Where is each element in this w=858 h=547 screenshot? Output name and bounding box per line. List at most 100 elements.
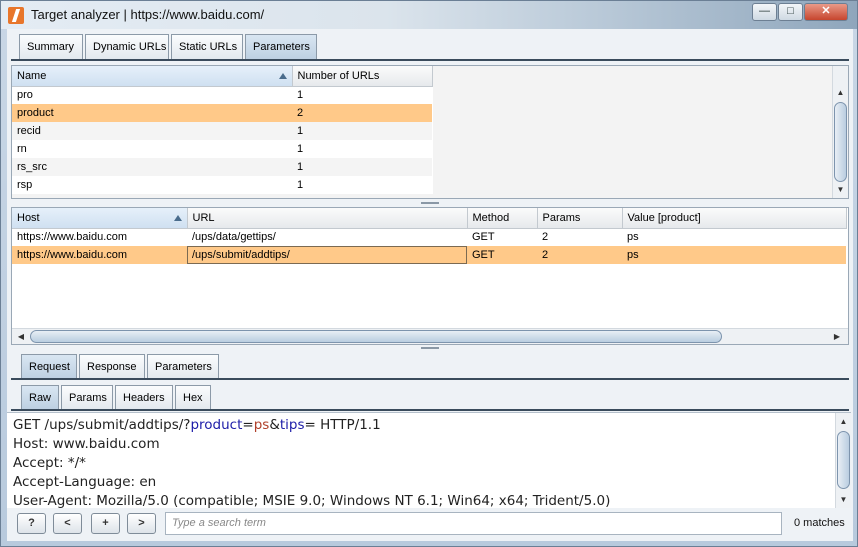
url-value: ps xyxy=(627,231,639,244)
param-count: 1 xyxy=(292,158,432,176)
message-tab-underline xyxy=(11,378,849,380)
param-count: 1 xyxy=(297,89,304,102)
url-params: 2 xyxy=(542,231,549,244)
scroll-up-arrow-icon[interactable]: ▲ xyxy=(833,86,848,100)
request-text: GET /ups/submit/addtips/?product=ps&tips… xyxy=(7,413,610,508)
param-name: rs_src xyxy=(12,158,292,176)
close-button[interactable]: ✕ xyxy=(804,3,848,21)
scroll-thumb[interactable] xyxy=(837,431,850,489)
urls-table: Host URL Method Params Value [product] h… xyxy=(12,208,847,264)
tab-message-parameters[interactable]: Parameters xyxy=(147,354,219,380)
request-vertical-scrollbar[interactable]: ▲ ▼ xyxy=(835,413,851,508)
param-count: 2 xyxy=(292,104,432,122)
parameters-table: Name Number of URLs pro 1 product 2 reci… xyxy=(12,66,433,194)
view-tab-bar: Raw Params Headers Hex xyxy=(11,385,841,411)
url-params: 2 xyxy=(537,246,622,264)
request-line: GET /ups/submit/addtips/?product=ps&tips… xyxy=(13,416,610,435)
scroll-down-arrow-icon[interactable]: ▼ xyxy=(836,493,851,507)
column-header-method-label: Method xyxy=(472,211,510,224)
column-header-url[interactable]: URL xyxy=(187,208,468,229)
table-row[interactable]: recid 1 xyxy=(12,122,432,140)
url-host: https://www.baidu.com xyxy=(17,231,128,244)
table-row[interactable]: https://www.baidu.com /ups/data/gettips/… xyxy=(12,228,846,246)
url-value: ps xyxy=(622,246,846,264)
scroll-thumb[interactable] xyxy=(834,102,847,182)
scroll-down-arrow-icon[interactable]: ▼ xyxy=(833,183,848,197)
view-tab-underline xyxy=(11,409,849,411)
query-param-name: product xyxy=(190,417,243,433)
column-header-method[interactable]: Method xyxy=(467,208,538,229)
scroll-thumb[interactable] xyxy=(30,330,722,343)
sort-ascending-icon xyxy=(173,215,182,221)
table-row[interactable]: rs_src 1 xyxy=(12,158,432,176)
param-count: 1 xyxy=(297,179,304,191)
column-header-params[interactable]: Params xyxy=(537,208,623,229)
request-line-suffix: = HTTP/1.1 xyxy=(304,417,381,433)
table-row[interactable]: product 2 xyxy=(12,104,432,122)
table-row[interactable]: pro 1 xyxy=(12,86,432,104)
column-header-number-of-urls[interactable]: Number of URLs xyxy=(292,66,433,87)
top-tab-underline xyxy=(11,59,849,61)
tab-response[interactable]: Response xyxy=(79,354,145,380)
tab-hex[interactable]: Hex xyxy=(175,385,211,410)
maximize-button[interactable]: □ xyxy=(778,3,803,21)
query-param-name: tips xyxy=(279,417,305,433)
column-header-host-label: Host xyxy=(17,211,40,224)
split-pane-divider-bottom[interactable] xyxy=(7,345,853,351)
request-editor[interactable]: GET /ups/submit/addtips/?product=ps&tips… xyxy=(7,412,851,508)
column-header-value[interactable]: Value [product] xyxy=(622,208,847,229)
search-input[interactable]: Type a search term xyxy=(165,512,782,535)
url-method: GET xyxy=(467,246,537,264)
add-button[interactable]: + xyxy=(91,513,120,534)
match-count: 0 matches xyxy=(794,517,845,529)
window-title: Target analyzer | https://www.baidu.com/ xyxy=(31,7,265,22)
column-header-host[interactable]: Host xyxy=(12,208,188,229)
tab-headers[interactable]: Headers xyxy=(115,385,173,410)
parameters-vertical-scrollbar[interactable]: ▲ ▼ xyxy=(832,66,848,198)
header-accept-language: Accept-Language: en xyxy=(13,474,157,490)
param-name: rn xyxy=(17,143,27,155)
param-count: 1 xyxy=(297,143,304,155)
help-button[interactable]: ? xyxy=(17,513,46,534)
scroll-up-arrow-icon[interactable]: ▲ xyxy=(836,415,851,429)
tab-summary[interactable]: Summary xyxy=(19,34,83,60)
burp-app-icon xyxy=(8,7,24,24)
request-line-prefix: GET /ups/submit/addtips/? xyxy=(13,417,191,433)
next-match-button[interactable]: > xyxy=(127,513,156,534)
tab-request[interactable]: Request xyxy=(21,354,77,380)
close-icon: ✕ xyxy=(821,5,831,17)
message-tab-bar: Request Response Parameters xyxy=(11,354,841,380)
previous-match-button[interactable]: < xyxy=(53,513,82,534)
tab-static-urls[interactable]: Static URLs xyxy=(171,34,243,60)
sort-ascending-icon xyxy=(278,73,287,79)
tab-params[interactable]: Params xyxy=(61,385,113,410)
parameters-table-panel: Name Number of URLs pro 1 product 2 reci… xyxy=(11,65,849,199)
url-path: /ups/submit/addtips/ xyxy=(187,246,467,264)
scroll-right-arrow-icon[interactable]: ▶ xyxy=(830,329,844,344)
title-bar: Target analyzer | https://www.baidu.com/… xyxy=(1,1,857,29)
query-equals: = xyxy=(242,417,254,433)
column-header-name-label: Name xyxy=(17,69,47,82)
url-method: GET xyxy=(472,231,495,244)
split-pane-divider-top[interactable] xyxy=(7,200,853,206)
minimize-button[interactable]: — xyxy=(752,3,777,21)
table-row[interactable]: https://www.baidu.com /ups/submit/addtip… xyxy=(12,246,846,264)
column-header-params-label: Params xyxy=(542,211,581,224)
urls-horizontal-scrollbar[interactable]: ◀ ▶ xyxy=(12,328,848,344)
target-analyzer-window: Target analyzer | https://www.baidu.com/… xyxy=(0,0,858,547)
tab-parameters[interactable]: Parameters xyxy=(245,34,317,60)
table-row[interactable]: rn 1 xyxy=(12,140,432,158)
column-header-name[interactable]: Name xyxy=(12,66,293,87)
table-row[interactable]: rsp 1 xyxy=(12,176,432,194)
url-host: https://www.baidu.com xyxy=(12,246,187,264)
param-name: recid xyxy=(12,122,292,140)
tab-raw[interactable]: Raw xyxy=(21,385,59,410)
column-header-value-label: Value [product] xyxy=(627,211,701,224)
header-host: Host: www.baidu.com xyxy=(13,436,160,452)
header-user-agent: User-Agent: Mozilla/5.0 (compatible; MSI… xyxy=(13,493,611,508)
param-name: product xyxy=(12,104,292,122)
tab-dynamic-urls[interactable]: Dynamic URLs xyxy=(85,34,169,60)
query-ampersand: & xyxy=(269,417,280,433)
urls-table-panel: Host URL Method Params Value [product] h… xyxy=(11,207,849,345)
scroll-left-arrow-icon[interactable]: ◀ xyxy=(14,329,28,344)
